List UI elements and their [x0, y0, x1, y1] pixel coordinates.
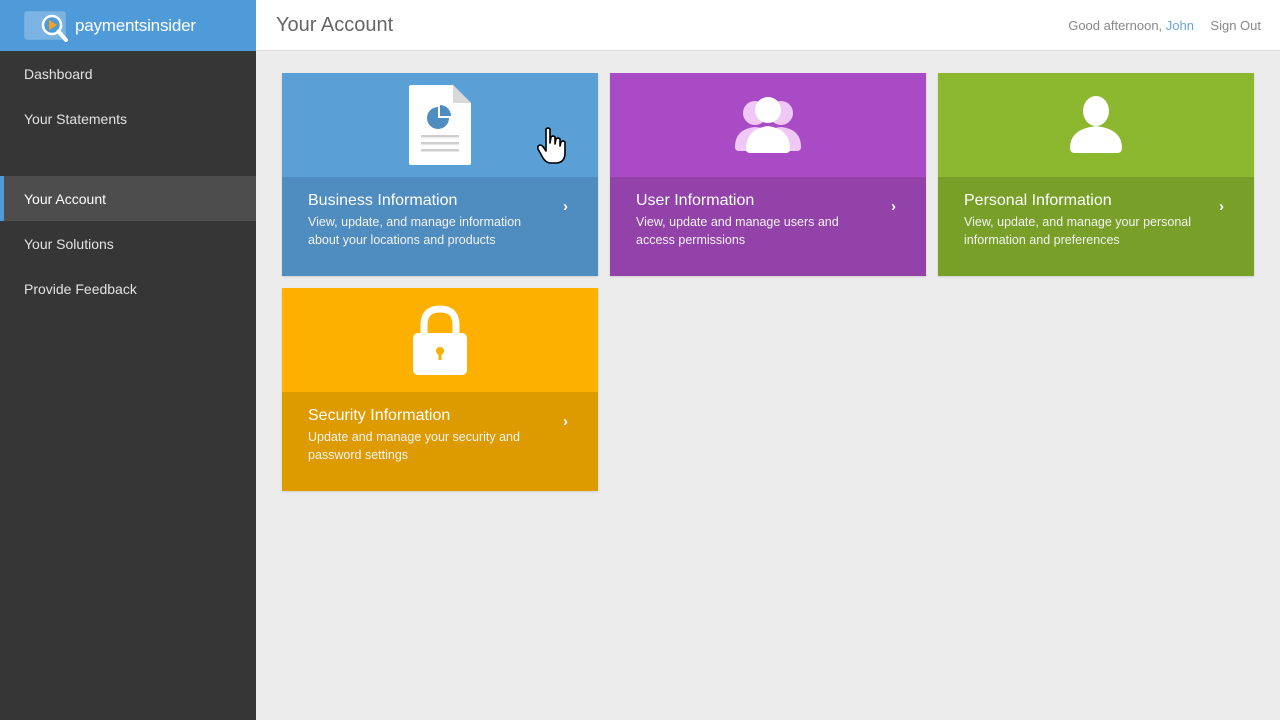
tile-user-header: [610, 73, 926, 177]
sidebar-nav: Dashboard Your Statements Your Account Y…: [0, 51, 256, 311]
tile-personal-header: [938, 73, 1254, 177]
page-title: Your Account: [276, 14, 394, 36]
tile-security-description: Update and manage your security and pass…: [308, 430, 520, 462]
chevron-right-icon: ›: [563, 413, 568, 430]
sidebar: paymentsinsider Dashboard Your Statement…: [0, 0, 256, 720]
sidebar-item-feedback[interactable]: Provide Feedback: [0, 266, 256, 311]
tile-user-description: View, update and manage users and access…: [636, 215, 839, 247]
user-icon: [1070, 96, 1122, 153]
tile-security-title: Security Information: [308, 407, 451, 424]
users-icon: [735, 97, 801, 153]
tile-user-body: User Information View, update and manage…: [610, 177, 926, 276]
tile-business-body: Business Information View, update, and m…: [282, 177, 598, 276]
tile-business-description: View, update, and manage information abo…: [308, 215, 522, 247]
tile-business-information[interactable]: Business Information View, update, and m…: [282, 73, 598, 276]
lock-icon: [413, 305, 467, 375]
tile-personal-information[interactable]: Personal Information View, update, and m…: [938, 73, 1254, 276]
brand-logo[interactable]: paymentsinsider: [0, 0, 256, 51]
tile-security-body: Security Information Update and manage y…: [282, 392, 598, 491]
magnifier-logo-icon: [24, 9, 70, 43]
sign-out-link[interactable]: Sign Out: [1210, 18, 1261, 33]
tile-security-header: [282, 288, 598, 392]
sidebar-item-account[interactable]: Your Account: [0, 176, 256, 221]
chevron-right-icon: ›: [891, 198, 896, 215]
hand-cursor-icon: [537, 127, 566, 164]
tile-personal-title: Personal Information: [964, 192, 1112, 209]
greeting-label: Good afternoon,: [1068, 18, 1163, 33]
greeting-text: Good afternoon, John: [1068, 18, 1194, 33]
user-name-link[interactable]: John: [1166, 18, 1194, 33]
tile-user-information[interactable]: User Information View, update and manage…: [610, 73, 926, 276]
sidebar-item-solutions[interactable]: Your Solutions: [0, 221, 256, 266]
top-header: Your Account Good afternoon, John Sign O…: [256, 0, 1280, 51]
tile-security-information[interactable]: Security Information Update and manage y…: [282, 288, 598, 491]
document-chart-icon: [409, 85, 471, 165]
tile-user-title: User Information: [636, 192, 755, 209]
tile-business-title: Business Information: [308, 192, 458, 209]
chevron-right-icon: ›: [1219, 198, 1224, 215]
chevron-right-icon: ›: [563, 198, 568, 215]
tile-personal-body: Personal Information View, update, and m…: [938, 177, 1254, 276]
sidebar-item-statements[interactable]: Your Statements: [0, 96, 256, 141]
brand-name: paymentsinsider: [75, 15, 196, 35]
tile-personal-description: View, update, and manage your personal i…: [964, 215, 1192, 247]
sidebar-item-dashboard[interactable]: Dashboard: [0, 51, 256, 96]
